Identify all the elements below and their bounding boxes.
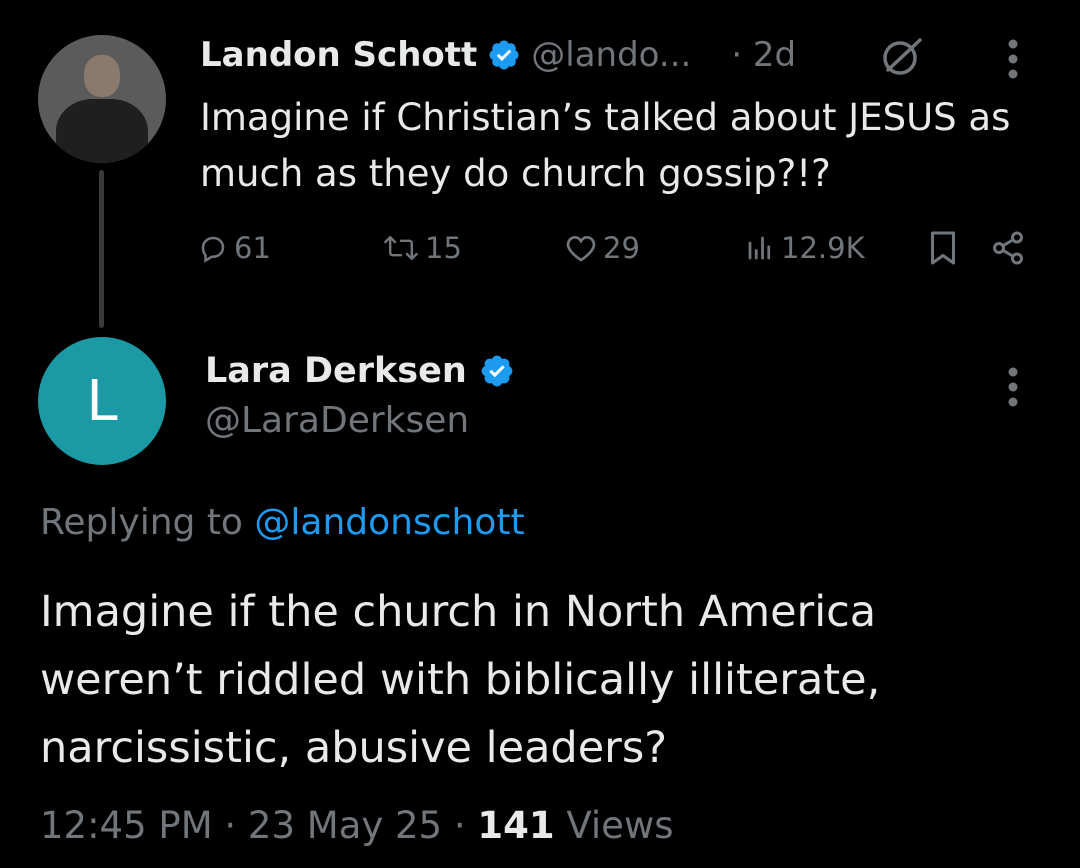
reply-icon — [198, 233, 228, 263]
author-handle[interactable]: @LaraDerksen — [205, 400, 469, 441]
author-name[interactable]: Landon Schott — [200, 35, 477, 75]
retweet-count: 15 — [425, 231, 462, 265]
avatar-letter: L — [86, 368, 118, 434]
views-icon — [745, 233, 775, 263]
views-count: 141 — [477, 804, 555, 847]
views-count: 12.9K — [781, 231, 865, 265]
like-action[interactable]: 29 — [565, 226, 640, 270]
more-icon[interactable] — [1006, 38, 1020, 84]
like-icon — [565, 233, 597, 263]
bookmark-icon[interactable] — [928, 230, 958, 270]
views-label: Views — [566, 804, 674, 847]
reply-tweet-header: Lara Derksen — [205, 346, 515, 396]
replying-to-line: Replying to @landonschott — [40, 502, 525, 543]
verified-badge-icon — [487, 38, 521, 72]
reply-tweet-text: Imagine if the church in North America w… — [40, 587, 881, 773]
retweet-icon — [383, 233, 419, 263]
avatar-landon-schott[interactable] — [38, 35, 166, 163]
more-icon[interactable] — [1006, 366, 1020, 412]
replying-to-mention-link[interactable]: @landonschott — [254, 502, 524, 543]
replying-to-prefix: Replying to — [40, 502, 255, 543]
grok-icon[interactable] — [880, 34, 924, 82]
author-name[interactable]: Lara Derksen — [205, 351, 467, 391]
reply-action[interactable]: 61 — [198, 226, 271, 270]
like-count: 29 — [603, 231, 640, 265]
reply-count: 61 — [234, 231, 271, 265]
parent-tweet-header: Landon Schott @lando... · 2d — [200, 30, 796, 80]
verified-badge-icon — [479, 353, 515, 389]
tweet-date[interactable]: 23 May 25 — [248, 804, 442, 847]
reply-tweet-meta: 12:45 PM · 23 May 25 · 141 Views — [40, 804, 674, 847]
share-icon[interactable] — [990, 230, 1026, 270]
avatar-lara-derksen[interactable]: L — [38, 337, 166, 465]
avatar-figure-head — [84, 55, 120, 97]
author-handle[interactable]: @lando... — [531, 35, 691, 75]
avatar-figure-body — [56, 99, 148, 163]
thread-connector-line — [99, 170, 104, 328]
tweet-time[interactable]: 12:45 PM — [40, 804, 213, 847]
views-action[interactable]: 12.9K — [745, 226, 865, 270]
parent-tweet-text: Imagine if Christian’s talked about JESU… — [200, 96, 1011, 195]
retweet-action[interactable]: 15 — [383, 226, 462, 270]
tweet-timestamp[interactable]: · 2d — [731, 35, 796, 75]
